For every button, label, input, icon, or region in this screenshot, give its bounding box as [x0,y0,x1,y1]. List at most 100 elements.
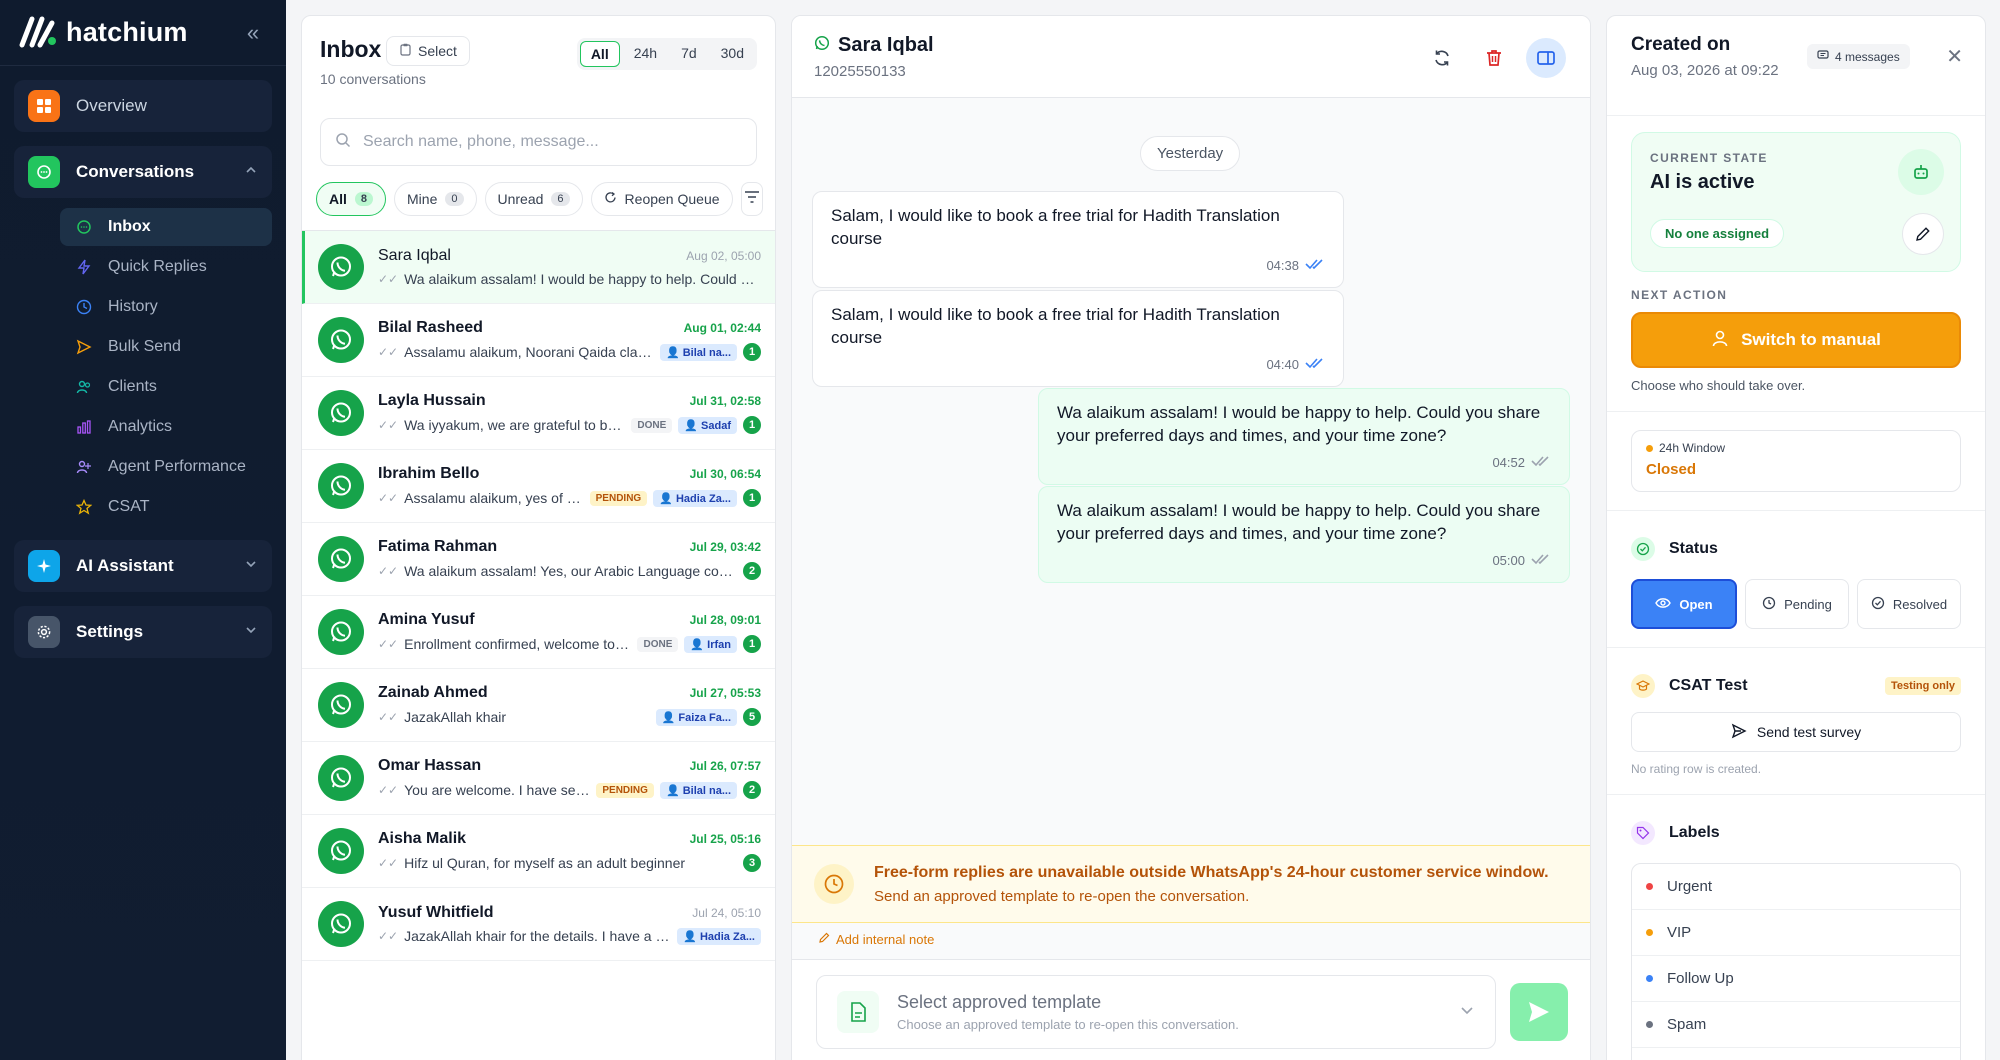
status-open-button[interactable]: Open [1631,579,1737,629]
time-range-tabs: All 24h 7d 30d [576,38,757,70]
sidebar-item-label: Bulk Send [108,338,181,355]
sidebar-item-history[interactable]: History [60,288,272,326]
label-color-dot [1646,975,1653,982]
range-tab-7d[interactable]: 7d [671,41,707,67]
filter-options-button[interactable] [740,182,763,216]
close-details-icon[interactable]: ✕ [1946,44,1963,69]
conversation-item[interactable]: Aisha Malik Jul 25, 05:16 ✓✓ Hifz ul Quran,… [302,815,775,888]
filter-all[interactable]: All 8 [316,182,387,216]
conversation-preview: Wa alaikum assalam! Yes, our Arabic Lang… [404,563,737,579]
toggle-details-button[interactable] [1526,38,1566,78]
sidebar-item-csat[interactable]: CSAT [60,488,272,526]
conversation-item[interactable]: Fatima Rahman Jul 29, 03:42 ✓✓ Wa alaikum a… [302,523,775,596]
sidebar-item-analytics[interactable]: Analytics [60,408,272,446]
divider [1607,510,1985,511]
message-text: Wa alaikum assalam! I would be happy to … [1057,501,1541,543]
assignee-name: Irfan [707,638,731,651]
conversation-preview: Wa iyyakum, we are grateful to be part o… [404,417,625,433]
divider [1607,794,1985,795]
filter-reopen-queue[interactable]: Reopen Queue [590,182,733,216]
assignee-name: Sadaf [701,419,731,432]
refresh-button[interactable] [1422,38,1462,78]
filter-mine-label: Mine [407,191,438,207]
status-pending-button[interactable]: Pending [1745,579,1849,629]
label-item[interactable]: VIP [1632,910,1960,956]
graduation-cap-icon [1631,674,1655,698]
sidebar-item-bulk-send[interactable]: Bulk Send [60,328,272,366]
conversation-item[interactable]: Ibrahim Bello Jul 30, 06:54 ✓✓ Assalamu ala… [302,450,775,523]
conversation-item[interactable]: Layla Hussain Jul 31, 02:58 ✓✓ Wa iyyakum, … [302,377,775,450]
range-tab-24h[interactable]: 24h [624,41,667,67]
status-tag: DONE [637,636,679,652]
double-check-icon [1531,549,1551,572]
sidebar-item-label: Agent Performance [108,458,246,475]
assignee-name: Bilal na... [682,346,731,359]
label-item[interactable]: Spam [1632,1002,1960,1048]
details-panel: Created on Aug 03, 2026 at 09:22 4 messa… [1606,15,1986,1060]
conversation-item[interactable]: Bilal Rasheed Aug 01, 02:44 ✓✓ Assalamu ala… [302,304,775,377]
user-icon: 👤 [665,784,683,797]
conversation-item[interactable]: Yusuf Whitfield Jul 24, 05:10 ✓✓ JazakAllah… [302,888,775,961]
collapse-sidebar-icon[interactable]: « [238,20,268,46]
nav-conversations[interactable]: Conversations [14,146,272,198]
sidebar-item-label: Clients [108,378,157,395]
conversation-preview: JazakAllah khair [404,709,507,725]
switch-to-manual-button[interactable]: Switch to manual [1631,312,1961,368]
nav-overview[interactable]: Overview [14,80,272,132]
filter-mine[interactable]: Mine 0 [394,182,477,216]
sidebar-item-agent-performance[interactable]: Agent Performance [60,448,272,486]
bar-chart-icon [74,419,94,435]
chevron-down-icon [244,556,258,576]
sidebar-item-clients[interactable]: Clients [60,368,272,406]
select-button[interactable]: Select [386,36,470,66]
trash-icon [1487,50,1501,66]
delete-button[interactable] [1474,38,1514,78]
whatsapp-avatar-icon [318,390,364,436]
user-icon: 👤 [661,711,679,724]
search-input[interactable] [363,133,742,151]
range-tab-30d[interactable]: 30d [711,41,754,67]
conversation-name: Ibrahim Bello [378,465,480,482]
nav-ai-assistant[interactable]: AI Assistant [14,540,272,592]
refresh-icon [1435,50,1449,66]
window-status: Closed [1646,461,1697,478]
conversation-name: Yusuf Whitfield [378,903,494,921]
assignee-name: Hadia Za... [699,930,755,943]
edit-assignment-button[interactable] [1902,213,1944,255]
label-item[interactable]: Follow Up [1632,956,1960,1002]
conversation-name: Sara Iqbal [378,247,451,264]
send-test-survey-label: Send test survey [1756,724,1862,740]
conversation-time: Jul 27, 05:53 [689,686,761,700]
nav-settings[interactable]: Settings [14,606,272,658]
current-state-label: CURRENT STATE [1650,151,1768,165]
sidebar-panel-icon [1537,51,1555,65]
double-check-icon: ✓✓ [378,929,399,943]
whatsapp-avatar-icon [318,244,364,290]
template-select[interactable]: Select approved template Choose an appro… [816,975,1496,1049]
conversation-item[interactable]: Amina Yusuf Jul 28, 09:01 ✓✓ Enrollment con… [302,596,775,669]
conversation-item[interactable]: Zainab Ahmed Jul 27, 05:53 ✓✓ JazakAllah kh… [302,669,775,742]
label-item[interactable]: New Inquiry [1632,1048,1960,1060]
range-tab-all[interactable]: All [579,41,620,67]
sidebar-item-label: CSAT [108,498,150,515]
conversation-item[interactable]: Omar Hassan Jul 26, 07:57 ✓✓ You are welcom… [302,742,775,815]
message-outgoing: Wa alaikum assalam! I would be happy to … [1038,388,1570,485]
conversation-time: Jul 25, 05:16 [689,832,761,846]
whatsapp-icon [814,34,830,57]
conversation-preview: Enrollment confirmed, welcome to the cla… [404,636,631,652]
filter-unread[interactable]: Unread 6 [484,182,583,216]
sidebar-item-inbox[interactable]: Inbox [60,208,272,246]
send-button[interactable] [1510,983,1568,1041]
double-check-icon [1305,353,1325,376]
user-icon: 👤 [659,492,676,505]
send-test-survey-button[interactable]: Send test survey [1631,712,1961,752]
created-on-date: Aug 03, 2026 at 09:22 [1631,62,1779,79]
status-resolved-button[interactable]: Resolved [1857,579,1961,629]
conversation-item[interactable]: Sara Iqbal Aug 02, 05:00 ✓✓ Wa alaikum assa… [302,231,775,304]
label-item[interactable]: Urgent [1632,864,1960,910]
conversation-preview: JazakAllah khair for the details. I have… [404,928,671,944]
sidebar-item-quick-replies[interactable]: Quick Replies [60,248,272,286]
unread-count-badge: 1 [743,343,761,361]
conversations-subnav: Inbox Quick Replies History Bulk Send Cl… [60,208,272,526]
add-internal-note-link[interactable]: Add internal note [818,932,934,947]
